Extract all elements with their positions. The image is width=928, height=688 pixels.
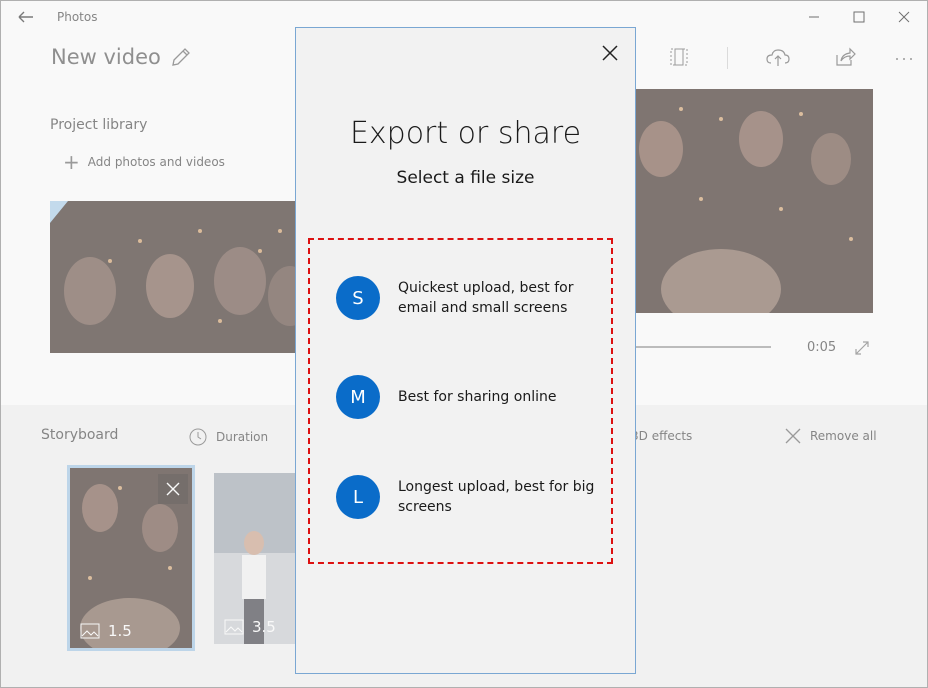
dialog-subtitle: Select a file size <box>396 168 535 188</box>
size-badge: M <box>336 375 380 419</box>
option-description: Quickest upload, best for email and smal… <box>398 280 574 316</box>
dialog-title: Export or share <box>349 116 582 151</box>
export-dialog: Export or share Select a file size S Qui… <box>295 27 636 674</box>
option-description: Best for sharing online <box>398 389 557 405</box>
option-large[interactable]: L Longest upload, best for big screens <box>336 472 606 522</box>
size-badge: S <box>336 276 380 320</box>
file-size-options: S Quickest upload, best for email and sm… <box>308 238 613 564</box>
option-medium[interactable]: M Best for sharing online <box>336 372 606 422</box>
close-icon <box>602 45 618 61</box>
photos-app-window: Photos New video Project library + Add p… <box>0 0 928 688</box>
option-description: Longest upload, best for big screens <box>398 479 595 515</box>
option-small[interactable]: S Quickest upload, best for email and sm… <box>336 273 606 323</box>
close-dialog-button[interactable] <box>598 41 622 65</box>
size-badge: L <box>336 475 380 519</box>
